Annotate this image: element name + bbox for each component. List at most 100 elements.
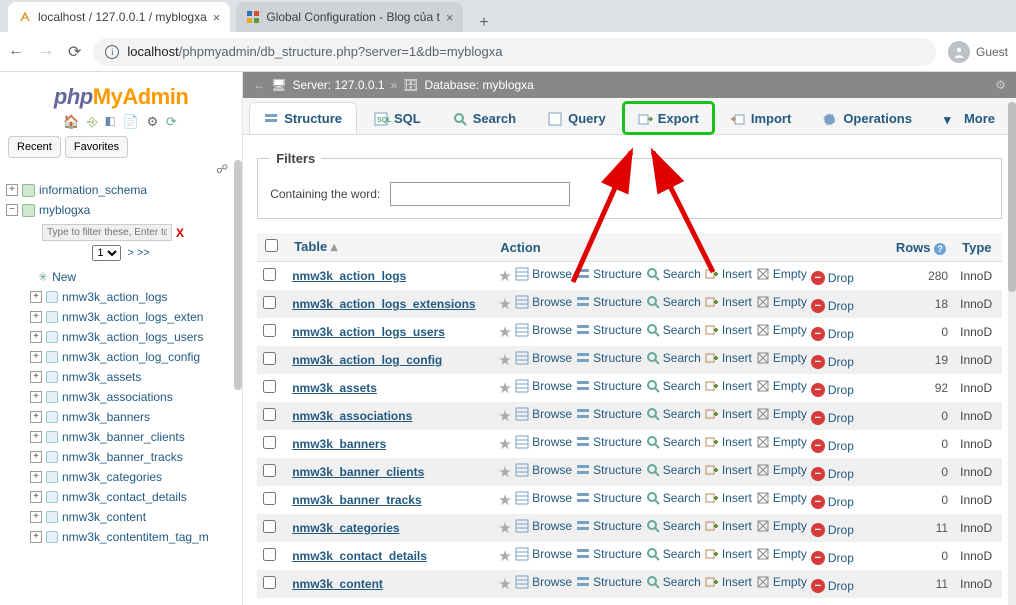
browse-action[interactable]: Browse (515, 379, 572, 393)
expand-icon[interactable]: + (30, 311, 42, 323)
browse-action[interactable]: Browse (515, 295, 572, 309)
search-action[interactable]: Search (646, 351, 701, 365)
browse-action[interactable]: Browse (515, 323, 572, 337)
expand-icon[interactable]: + (30, 431, 42, 443)
table-name-link[interactable]: nmw3k_action_logs_extensions (292, 297, 475, 311)
expand-icon[interactable]: + (30, 351, 42, 363)
search-action[interactable]: Search (646, 575, 701, 589)
tab-more[interactable]: ▾More (929, 102, 1010, 134)
favorite-star-icon[interactable]: ★ (498, 380, 511, 397)
structure-action[interactable]: Structure (576, 407, 642, 421)
drop-action[interactable]: −Drop (811, 355, 854, 369)
drop-action[interactable]: −Drop (811, 411, 854, 425)
favorite-star-icon[interactable]: ★ (498, 324, 511, 341)
expand-icon[interactable]: + (30, 451, 42, 463)
row-checkbox[interactable] (263, 408, 276, 421)
sidebar-table-item[interactable]: +nmw3k_contentitem_tag_m (6, 527, 236, 547)
drop-action[interactable]: −Drop (811, 467, 854, 481)
favorite-star-icon[interactable]: ★ (498, 576, 511, 593)
close-icon[interactable]: × (213, 10, 221, 25)
favorites-button[interactable]: Favorites (65, 136, 128, 158)
gear-icon[interactable]: ⚙ (995, 78, 1006, 92)
vertical-scrollbar[interactable] (1008, 102, 1016, 605)
table-name-link[interactable]: nmw3k_banners (292, 437, 386, 451)
favorite-star-icon[interactable]: ★ (498, 296, 511, 313)
insert-action[interactable]: Insert (705, 519, 752, 533)
structure-action[interactable]: Structure (576, 547, 642, 561)
clear-filter-icon[interactable]: X (176, 226, 184, 240)
crumb-server[interactable]: Server: 127.0.0.1 (292, 78, 384, 92)
sidebar-table-item[interactable]: +nmw3k_action_log_config (6, 347, 236, 367)
expand-icon[interactable]: + (30, 531, 42, 543)
back-icon[interactable]: ← (8, 42, 24, 62)
insert-action[interactable]: Insert (705, 267, 752, 281)
row-checkbox[interactable] (263, 436, 276, 449)
select-all-checkbox[interactable] (265, 239, 278, 252)
favorite-star-icon[interactable]: ★ (498, 492, 511, 509)
row-checkbox[interactable] (263, 380, 276, 393)
empty-action[interactable]: Empty (756, 575, 807, 589)
table-name-link[interactable]: nmw3k_action_log_config (292, 353, 442, 367)
insert-action[interactable]: Insert (705, 379, 752, 393)
empty-action[interactable]: Empty (756, 407, 807, 421)
insert-action[interactable]: Insert (705, 323, 752, 337)
profile-guest[interactable]: Guest (948, 41, 1008, 63)
table-name-link[interactable]: nmw3k_content (292, 577, 383, 591)
browse-action[interactable]: Browse (515, 351, 572, 365)
structure-action[interactable]: Structure (576, 519, 642, 533)
browse-action[interactable]: Browse (515, 267, 572, 281)
row-checkbox[interactable] (263, 520, 276, 533)
empty-action[interactable]: Empty (756, 491, 807, 505)
empty-action[interactable]: Empty (756, 463, 807, 477)
drop-action[interactable]: −Drop (811, 579, 854, 593)
row-checkbox[interactable] (263, 576, 276, 589)
page-select[interactable]: 1 (92, 245, 121, 261)
favorite-star-icon[interactable]: ★ (498, 408, 511, 425)
search-action[interactable]: Search (646, 435, 701, 449)
empty-action[interactable]: Empty (756, 379, 807, 393)
search-action[interactable]: Search (646, 491, 701, 505)
drop-action[interactable]: −Drop (811, 327, 854, 341)
expand-icon[interactable]: + (30, 411, 42, 423)
table-name-link[interactable]: nmw3k_banner_clients (292, 465, 424, 479)
structure-action[interactable]: Structure (576, 351, 642, 365)
exit-icon[interactable]: ⎆ (87, 114, 99, 129)
drop-action[interactable]: −Drop (811, 299, 854, 313)
empty-action[interactable]: Empty (756, 295, 807, 309)
table-name-link[interactable]: nmw3k_action_logs_users (292, 325, 445, 339)
browse-action[interactable]: Browse (515, 519, 572, 533)
insert-action[interactable]: Insert (705, 547, 752, 561)
empty-action[interactable]: Empty (756, 547, 807, 561)
favorite-star-icon[interactable]: ★ (498, 352, 511, 369)
structure-action[interactable]: Structure (576, 575, 642, 589)
row-checkbox[interactable] (263, 268, 276, 281)
structure-action[interactable]: Structure (576, 323, 642, 337)
empty-action[interactable]: Empty (756, 351, 807, 365)
db-item[interactable]: − myblogxa (6, 200, 236, 220)
expand-icon[interactable]: + (6, 184, 18, 196)
row-checkbox[interactable] (263, 324, 276, 337)
tab-structure[interactable]: Structure (249, 102, 357, 134)
page-more[interactable]: > >> (128, 247, 150, 259)
table-name-link[interactable]: nmw3k_banner_tracks (292, 493, 421, 507)
chevron-left-icon[interactable]: ← (253, 78, 265, 92)
table-name-link[interactable]: nmw3k_action_logs (292, 269, 406, 283)
tab-operations[interactable]: Operations (808, 102, 927, 134)
favorite-star-icon[interactable]: ★ (498, 464, 511, 481)
favorite-star-icon[interactable]: ★ (498, 436, 511, 453)
sidebar-table-item[interactable]: +nmw3k_associations (6, 387, 236, 407)
reload-icon[interactable]: ⟳ (68, 42, 81, 62)
expand-icon[interactable]: + (30, 331, 42, 343)
search-action[interactable]: Search (646, 547, 701, 561)
structure-action[interactable]: Structure (576, 295, 642, 309)
empty-action[interactable]: Empty (756, 435, 807, 449)
drop-action[interactable]: −Drop (811, 271, 854, 285)
structure-action[interactable]: Structure (576, 379, 642, 393)
search-action[interactable]: Search (646, 519, 701, 533)
empty-action[interactable]: Empty (756, 267, 807, 281)
sidebar-table-item[interactable]: +nmw3k_assets (6, 367, 236, 387)
favorite-star-icon[interactable]: ★ (498, 520, 511, 537)
table-name-link[interactable]: nmw3k_associations (292, 409, 412, 423)
drop-action[interactable]: −Drop (811, 383, 854, 397)
insert-action[interactable]: Insert (705, 575, 752, 589)
